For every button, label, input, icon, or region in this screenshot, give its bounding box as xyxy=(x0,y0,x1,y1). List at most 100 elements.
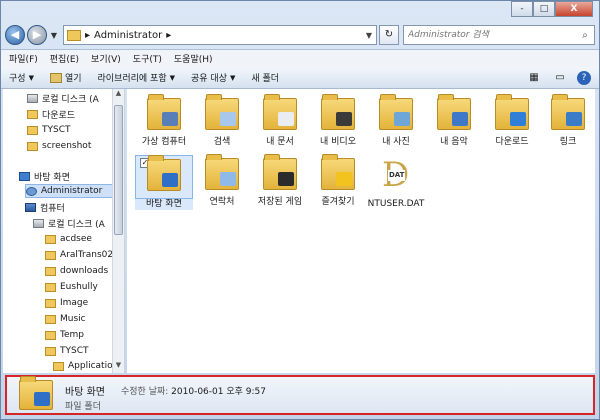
folder-icon xyxy=(45,314,56,324)
minimize-button[interactable]: - xyxy=(511,1,533,17)
tree-item-desktop[interactable]: 바탕 화면 xyxy=(19,169,70,183)
videos-folder-icon xyxy=(321,94,355,130)
file-list[interactable]: 가상 컴퓨터 검색 내 문서 내 비디오 내 사진 내 음악 다운로드 링크 ✓… xyxy=(127,89,595,373)
menu-file[interactable]: 파일(F) xyxy=(9,52,38,65)
computer-icon xyxy=(25,202,36,212)
details-pane: 바탕 화면 수정한 날짜: 2010-06-01 오후 9:57 파일 폴더 xyxy=(5,375,595,415)
desktop-icon xyxy=(19,171,30,181)
menu-view[interactable]: 보기(V) xyxy=(91,52,121,65)
folder-icon xyxy=(27,141,38,151)
tree-item-local-disk[interactable]: 로컬 디스크 (A xyxy=(27,91,99,105)
folder-icon xyxy=(45,250,56,260)
item-search[interactable]: 검색 xyxy=(193,94,251,148)
details-name: 바탕 화면 xyxy=(65,387,105,398)
contacts-folder-icon xyxy=(205,154,239,190)
folder-icon xyxy=(49,72,62,83)
nav-scrollbar[interactable]: ▲ ▼ xyxy=(112,89,124,373)
tree-item-administrator[interactable]: Administrator xyxy=(25,184,113,198)
item-downloads[interactable]: 다운로드 xyxy=(483,94,541,148)
item-my-pictures[interactable]: 내 사진 xyxy=(367,94,425,148)
share-with-button[interactable]: 공유 대상 ▼ xyxy=(191,71,236,85)
item-favorites[interactable]: 즐겨찾기 xyxy=(309,154,367,208)
disk-icon xyxy=(27,93,38,103)
item-contacts[interactable]: 연락처 xyxy=(193,154,251,208)
tree-item-temp[interactable]: Temp xyxy=(45,328,84,342)
details-modified: 수정한 날짜: 2010-06-01 오후 9:57 xyxy=(121,387,266,397)
address-row: ◀ ▶ ▼ ▸ Administrator ▸ ▼ ↻ ⌕ xyxy=(5,23,595,47)
menu-tools[interactable]: 도구(T) xyxy=(133,52,162,65)
folder-icon xyxy=(45,234,56,244)
organize-button[interactable]: 구성 ▼ xyxy=(9,71,34,85)
links-folder-icon xyxy=(551,94,585,130)
refresh-button[interactable]: ↻ xyxy=(379,25,399,45)
dat-file-icon: DDAT xyxy=(382,158,409,192)
menu-help[interactable]: 도움말(H) xyxy=(174,52,213,65)
item-virtual-computer[interactable]: 가상 컴퓨터 xyxy=(135,94,193,148)
folder-icon xyxy=(27,109,38,119)
command-bar: 구성 ▼ 열기 라이브러리에 포함 ▼ 공유 대상 ▼ 새 폴더 ▦ ▭ ? xyxy=(1,67,599,89)
tree-item-tysct[interactable]: TYSCT xyxy=(27,123,71,137)
folder-icon xyxy=(45,346,56,356)
desktop-folder-icon xyxy=(19,376,53,410)
new-folder-button[interactable]: 새 폴더 xyxy=(251,71,279,84)
item-my-documents[interactable]: 내 문서 xyxy=(251,94,309,148)
forward-button[interactable]: ▶ xyxy=(27,25,47,45)
tree-item-computer[interactable]: 컴퓨터 xyxy=(25,200,65,214)
music-folder-icon xyxy=(437,94,471,130)
item-links[interactable]: 링크 xyxy=(539,94,597,148)
item-desktop[interactable]: ✓ 바탕 화면 xyxy=(135,155,193,210)
disk-icon xyxy=(33,218,44,228)
pictures-folder-icon xyxy=(379,94,413,130)
recent-pages-dropdown[interactable]: ▼ xyxy=(49,31,59,40)
folder-icon xyxy=(27,125,38,135)
item-my-music[interactable]: 내 음악 xyxy=(425,94,483,148)
open-button[interactable]: 열기 xyxy=(49,71,82,84)
menu-bar: 파일(F) 편집(E) 보기(V) 도구(T) 도움말(H) xyxy=(1,49,599,67)
folder-icon xyxy=(147,94,181,130)
search-input[interactable] xyxy=(404,30,576,40)
tree-item-music[interactable]: Music xyxy=(45,312,86,326)
item-ntuser-dat[interactable]: DDAT NTUSER.DAT xyxy=(367,155,425,210)
address-bar[interactable]: ▸ Administrator ▸ ▼ xyxy=(63,25,377,45)
folder-icon xyxy=(45,266,56,276)
user-icon xyxy=(26,186,37,196)
search-icon[interactable]: ⌕ xyxy=(576,30,594,41)
close-button[interactable]: X xyxy=(555,1,593,17)
tree-item-downloads-2[interactable]: downloads xyxy=(45,264,108,278)
search-folder-icon xyxy=(205,94,239,130)
navigation-pane[interactable]: 로컬 디스크 (A 다운로드 TYSCT screenshot 바탕 화면 Ad… xyxy=(3,89,125,373)
folder-icon xyxy=(45,330,56,340)
tree-item-eushully[interactable]: Eushully xyxy=(45,280,98,294)
tree-item-downloads[interactable]: 다운로드 xyxy=(27,107,75,121)
breadcrumb-administrator[interactable]: Administrator xyxy=(94,30,162,41)
saved-games-folder-icon xyxy=(263,154,297,190)
menu-edit[interactable]: 편집(E) xyxy=(50,52,79,65)
tree-item-araltrans02[interactable]: AralTrans02 xyxy=(45,248,113,262)
caption-buttons: - □ X xyxy=(511,1,593,17)
breadcrumb-arrow-icon[interactable]: ▸ xyxy=(85,30,90,41)
scroll-down-icon[interactable]: ▼ xyxy=(113,361,124,373)
breadcrumb-arrow-icon[interactable]: ▸ xyxy=(166,30,171,41)
scroll-thumb[interactable] xyxy=(114,105,123,235)
include-in-library-button[interactable]: 라이브러리에 포함 ▼ xyxy=(98,71,176,85)
address-history-dropdown[interactable]: ▼ xyxy=(362,31,376,40)
preview-pane-icon[interactable]: ▭ xyxy=(551,70,569,86)
maximize-button[interactable]: □ xyxy=(533,1,555,17)
scroll-up-icon[interactable]: ▲ xyxy=(113,89,124,101)
explorer-window: - □ X ◀ ▶ ▼ ▸ Administrator ▸ ▼ ↻ ⌕ 파일(F… xyxy=(0,0,600,420)
chevron-down-icon: ▼ xyxy=(230,73,236,82)
folder-icon xyxy=(45,298,56,308)
tree-item-image[interactable]: Image xyxy=(45,296,88,310)
tree-item-tysct-2[interactable]: TYSCT xyxy=(45,344,89,358)
help-icon[interactable]: ? xyxy=(577,71,591,85)
back-button[interactable]: ◀ xyxy=(5,25,25,45)
view-options-icon[interactable]: ▦ xyxy=(525,70,543,86)
tree-item-acdsee[interactable]: acdsee xyxy=(45,232,92,246)
folder-icon xyxy=(53,361,64,371)
tree-item-application[interactable]: Application xyxy=(53,359,118,373)
tree-item-local-disk-a[interactable]: 로컬 디스크 (A xyxy=(33,216,105,230)
item-my-videos[interactable]: 내 비디오 xyxy=(309,94,367,148)
search-box[interactable]: ⌕ xyxy=(403,25,595,45)
tree-item-screenshot[interactable]: screenshot xyxy=(27,139,91,153)
item-saved-games[interactable]: 저장된 게임 xyxy=(251,154,309,208)
